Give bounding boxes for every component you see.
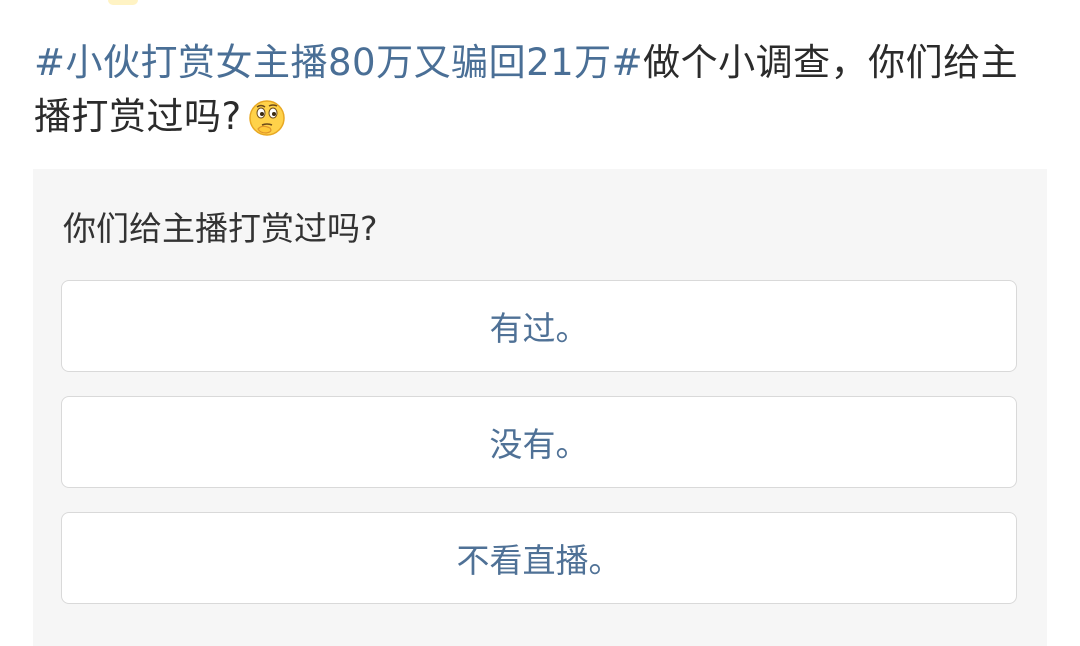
poll-option-label: 没有。 bbox=[489, 425, 589, 464]
poll-card: 你们给主播打赏过吗? 有过。 没有。 不看直播。 bbox=[33, 169, 1047, 646]
poll-option-label: 不看直播。 bbox=[456, 541, 622, 580]
poll-option-label: 有过。 bbox=[489, 309, 589, 348]
poll-option-1[interactable]: 有过。 bbox=[61, 280, 1017, 372]
topic-link[interactable]: #小伙打赏女主播80万又骗回21万# bbox=[34, 41, 643, 84]
poll-option-3[interactable]: 不看直播。 bbox=[61, 512, 1017, 604]
post-content: #小伙打赏女主播80万又骗回21万#做个小调查，你们给主播打赏过吗? bbox=[34, 36, 1044, 152]
thinking-face-icon bbox=[248, 98, 286, 152]
poll-option-2[interactable]: 没有。 bbox=[61, 396, 1017, 488]
partial-avatar-edge bbox=[108, 0, 138, 5]
poll-question: 你们给主播打赏过吗? bbox=[63, 209, 378, 248]
